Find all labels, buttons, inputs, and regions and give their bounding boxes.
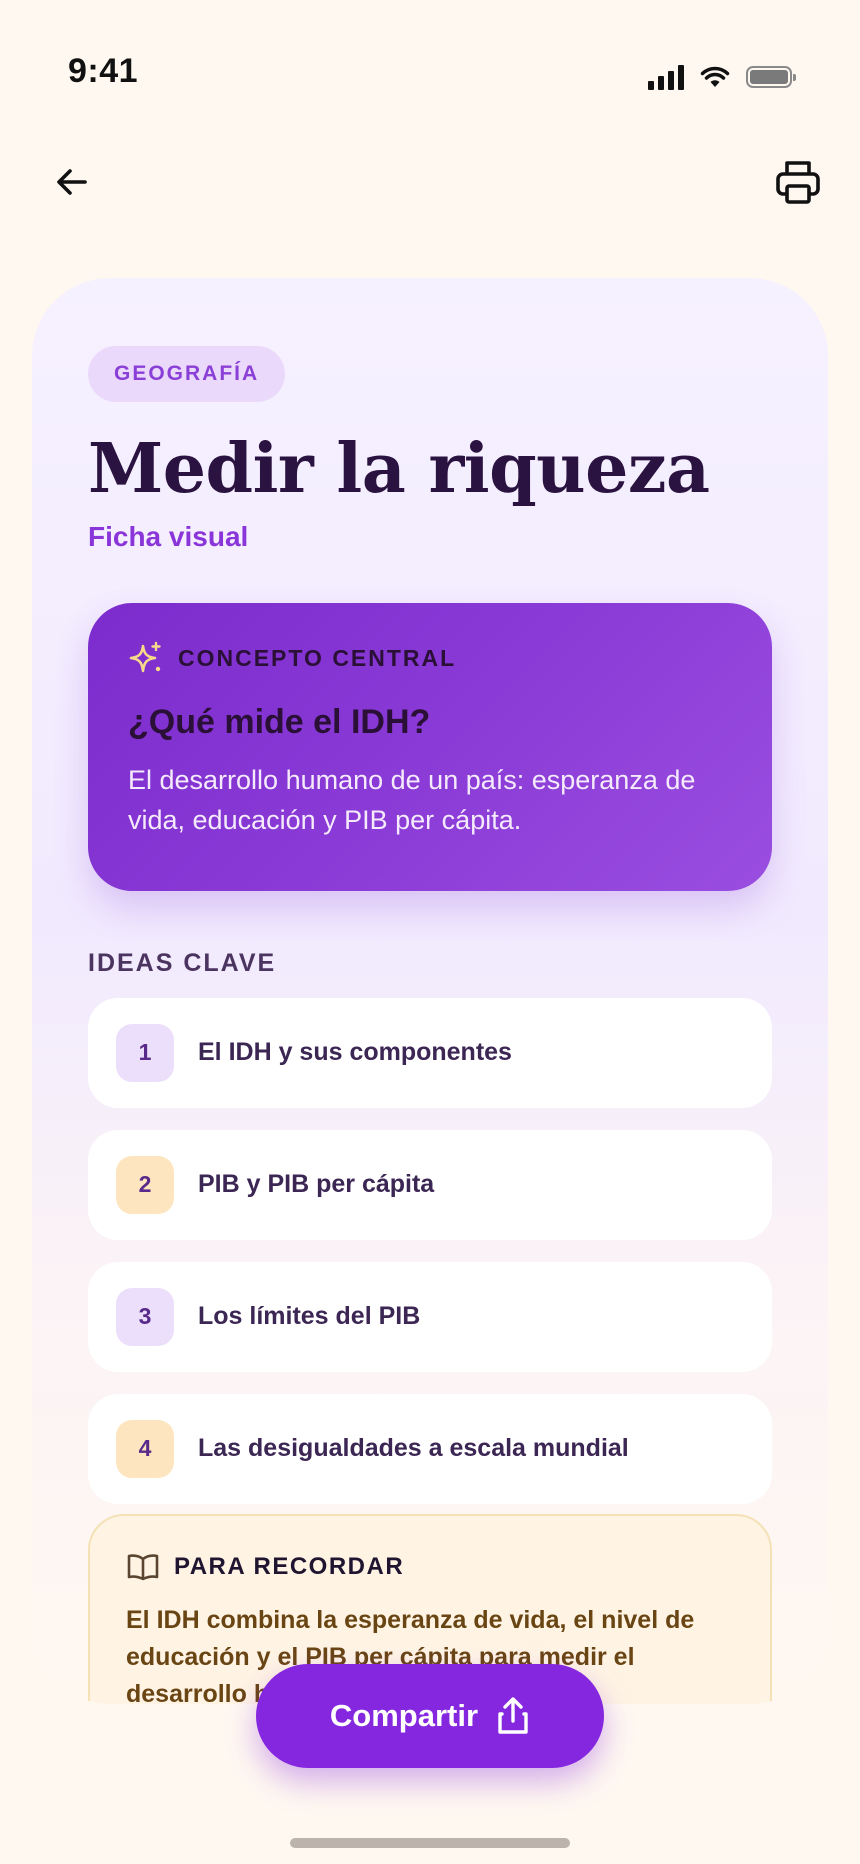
back-button[interactable] <box>40 150 104 214</box>
sparkles-icon <box>129 641 161 673</box>
page-title: Medir la riqueza <box>88 429 710 509</box>
ideas-section-label: IDEAS CLAVE <box>88 948 277 977</box>
idea-item[interactable]: 2 PIB y PIB per cápita <box>88 1129 772 1240</box>
idea-text: Las desigualdades a escala mundial <box>198 1434 629 1463</box>
idea-item[interactable]: 4 Las desigualdades a escala mundial <box>88 1393 772 1504</box>
idea-item[interactable]: 1 El IDH y sus componentes <box>88 997 772 1108</box>
share-label: Compartir <box>329 1698 479 1733</box>
ideas-list: 1 El IDH y sus componentes 2 PIB y PIB p… <box>88 997 772 1504</box>
concept-card: CONCEPTO CENTRAL ¿Qué mide el IDH? El de… <box>88 602 772 891</box>
page-subtitle: Ficha visual <box>88 520 249 552</box>
idea-number: 1 <box>116 1023 174 1082</box>
summary-card: GEOGRAFÍA Medir la riqueza Ficha visual … <box>32 278 828 1704</box>
remember-label: PARA RECORDAR <box>174 1552 405 1580</box>
idea-number: 3 <box>116 1287 174 1346</box>
screen: 9:41 GEOGRAFÍA Medir la riqueza Ficha vi… <box>0 0 860 1864</box>
battery-icon <box>746 66 796 88</box>
book-open-icon <box>127 1554 159 1581</box>
idea-text: PIB y PIB per cápita <box>198 1170 435 1199</box>
concept-question: ¿Qué mide el IDH? <box>128 702 431 741</box>
arrow-left-icon <box>57 169 87 195</box>
concept-answer: El desarrollo humano de un país: esperan… <box>128 764 696 835</box>
idea-number: 4 <box>116 1419 174 1478</box>
status-icons <box>648 64 796 90</box>
wifi-icon <box>700 66 730 87</box>
idea-number: 2 <box>116 1155 174 1214</box>
idea-item[interactable]: 3 Los límites del PIB <box>88 1261 772 1372</box>
share-button[interactable]: Compartir <box>256 1664 604 1768</box>
concept-header: CONCEPTO CENTRAL <box>128 641 732 677</box>
card-content: GEOGRAFÍA Medir la riqueza Ficha visual … <box>88 346 772 1704</box>
idea-text: Los límites del PIB <box>198 1302 421 1331</box>
print-button[interactable] <box>766 150 830 214</box>
home-indicator[interactable] <box>290 1838 570 1848</box>
concept-label: CONCEPTO CENTRAL <box>178 645 457 672</box>
printer-icon <box>776 161 820 204</box>
remember-header: PARA RECORDAR <box>126 1552 734 1582</box>
idea-text: El IDH y sus componentes <box>198 1038 512 1067</box>
status-time: 9:41 <box>68 52 139 90</box>
status-bar: 9:41 <box>0 0 860 120</box>
cellular-signal-icon <box>648 64 684 90</box>
share-icon <box>498 1697 528 1734</box>
subject-tag: GEOGRAFÍA <box>88 346 286 402</box>
